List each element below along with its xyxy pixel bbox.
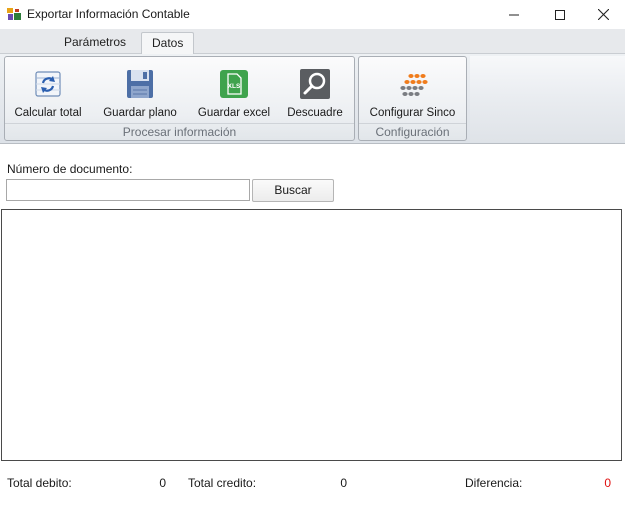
minimize-icon [509,14,519,15]
group-procesar-informacion: Calcular total Guardar plano XLS Guardar… [4,56,355,141]
total-credito-label: Total credito: [188,476,257,490]
group-configuracion: Configurar Sinco Configuración [358,56,467,141]
floppy-disk-icon [127,70,153,98]
maximize-button[interactable] [537,0,583,29]
tab-parametros[interactable]: Parámetros [54,32,136,54]
configurar-sinco-label: Configurar Sinco [369,107,456,119]
numero-documento-label: Número de documento: [7,162,133,176]
window-title: Exportar Información Contable [27,7,190,21]
ribbon-tabstrip: Parámetros Datos [0,29,625,55]
total-debito-value: 0 [81,473,170,493]
guardar-excel-label: Guardar excel [197,107,271,119]
guardar-plano-button[interactable]: Guardar plano [98,57,182,123]
guardar-excel-button[interactable]: XLS Guardar excel [193,57,275,123]
close-button[interactable] [580,0,625,29]
total-credito-value: 0 [262,473,351,493]
buscar-button[interactable]: Buscar [252,179,334,202]
totals-footer: Total debito: 0 Total credito: 0 Diferen… [0,468,625,498]
close-icon [597,9,609,20]
group-label-procesar: Procesar información [5,123,354,139]
diferencia-value: 0 [527,473,615,493]
descuadre-button[interactable]: Descuadre [283,57,347,123]
title-bar: Exportar Información Contable [0,0,625,29]
numero-documento-input[interactable] [6,179,250,201]
descuadre-label: Descuadre [287,107,343,119]
total-debito-label: Total debito: [7,476,72,490]
svg-text:XLS: XLS [228,83,241,90]
diferencia-label: Diferencia: [465,476,523,490]
excel-xls-icon: XLS [220,70,248,98]
configurar-sinco-button[interactable]: Configurar Sinco [363,57,462,123]
sinco-dots-icon [399,74,428,96]
calcular-total-label: Calcular total [14,107,82,119]
ribbon-empty-area [470,56,625,142]
maximize-icon [555,9,565,20]
app-icon [7,8,21,20]
results-grid[interactable] [1,209,622,461]
group-label-configuracion: Configuración [359,123,466,139]
tab-datos[interactable]: Datos [141,32,195,55]
minimize-button[interactable] [491,0,537,29]
guardar-plano-label: Guardar plano [103,107,177,119]
magnifier-icon [300,69,330,99]
calculator-refresh-icon [35,71,61,97]
calcular-total-button[interactable]: Calcular total [9,57,87,123]
